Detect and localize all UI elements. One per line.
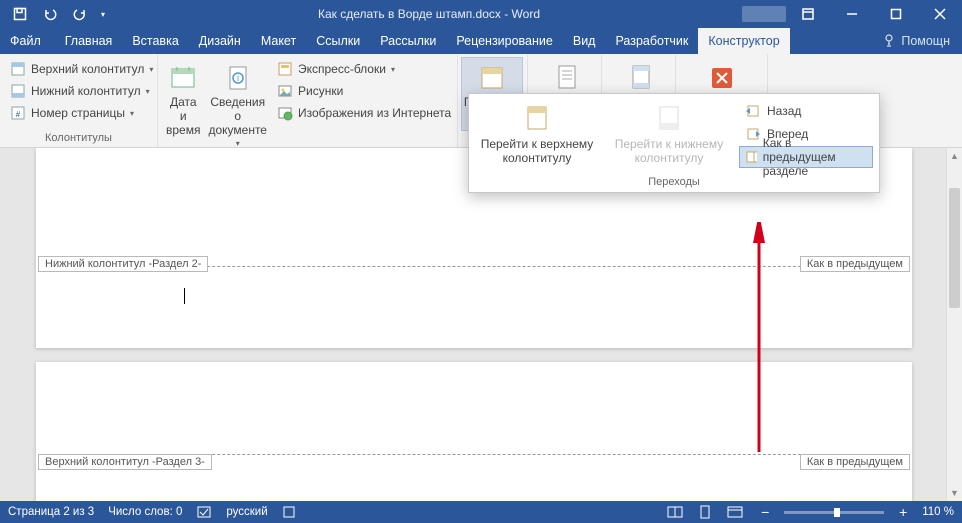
back-label: Назад — [767, 104, 801, 118]
tab-references[interactable]: Ссылки — [306, 28, 370, 54]
status-bar: Страница 2 из 3 Число слов: 0 русский − … — [0, 501, 962, 523]
go-to-footer-button: Перейти к нижнему колонтитулу — [605, 98, 733, 170]
pictures-label: Рисунки — [298, 84, 343, 98]
quick-parts-button[interactable]: Экспресс-блоки▾ — [273, 58, 455, 80]
header-label: Верхний колонтитул — [31, 62, 144, 76]
tab-file[interactable]: Файл — [0, 28, 55, 54]
ribbon-tabs: Файл Главная Вставка Дизайн Макет Ссылки… — [0, 28, 962, 54]
asprev-label: Как в предыдущем разделе — [763, 136, 866, 178]
read-mode-button[interactable] — [664, 503, 686, 521]
footer-section-tag: Нижний колонтитул -Раздел 2- — [38, 256, 208, 272]
macro-icon[interactable] — [282, 505, 296, 519]
doc-info-button[interactable]: i Сведения о документе▾ — [206, 58, 269, 149]
tab-home[interactable]: Главная — [55, 28, 123, 54]
help-label: Помощн — [901, 34, 950, 48]
zoom-out-button[interactable]: − — [754, 503, 776, 521]
minimize-button[interactable] — [830, 0, 874, 28]
qat-customize-button[interactable]: ▾ — [96, 2, 110, 26]
tab-developer[interactable]: Разработчик — [605, 28, 698, 54]
pictures-button[interactable]: Рисунки — [273, 80, 455, 102]
close-button[interactable] — [918, 0, 962, 28]
pagenum-label: Номер страницы — [31, 106, 125, 120]
svg-text:i: i — [237, 73, 239, 83]
web-layout-button[interactable] — [724, 503, 746, 521]
spellcheck-icon[interactable] — [196, 505, 212, 519]
document-area[interactable]: Нижний колонтитул -Раздел 2- Как в преды… — [0, 148, 962, 501]
svg-text:#: # — [16, 110, 21, 119]
maximize-button[interactable] — [874, 0, 918, 28]
scroll-down-button[interactable]: ▼ — [947, 485, 962, 501]
account-placeholder[interactable] — [742, 0, 786, 28]
datetime-label: Дата и время — [166, 96, 200, 137]
tab-constructor[interactable]: Конструктор — [698, 28, 789, 54]
ribbon-display-button[interactable] — [786, 0, 830, 28]
tell-me-help[interactable]: Помощн — [871, 34, 962, 48]
zoom-slider[interactable] — [784, 511, 884, 514]
zoom-thumb[interactable] — [834, 508, 840, 517]
scroll-up-button[interactable]: ▲ — [947, 148, 962, 164]
footer-label: Нижний колонтитул — [31, 84, 141, 98]
header-section-tag: Верхний колонтитул -Раздел 3- — [38, 454, 212, 470]
date-time-button[interactable]: Дата и время — [164, 58, 202, 137]
tab-design[interactable]: Дизайн — [189, 28, 251, 54]
zoom-in-button[interactable]: + — [892, 503, 914, 521]
go-header-label: Перейти к верхнему колонтитулу — [475, 138, 599, 166]
vertical-scrollbar[interactable]: ▲ ▼ — [946, 148, 962, 501]
tab-mailings[interactable]: Рассылки — [370, 28, 446, 54]
tab-view[interactable]: Вид — [563, 28, 606, 54]
group-headerfooter-label: Колонтитулы — [6, 130, 151, 147]
online-pictures-button[interactable]: Изображения из Интернета — [273, 102, 455, 124]
quickparts-label: Экспресс-блоки — [298, 62, 386, 76]
zoom-level[interactable]: 110 % — [922, 506, 954, 518]
same-as-prev-tag-2: Как в предыдущем — [800, 454, 910, 470]
save-button[interactable] — [6, 2, 34, 26]
header-button[interactable]: Верхний колонтитул▾ — [6, 58, 157, 80]
tab-layout[interactable]: Макет — [251, 28, 306, 54]
tab-review[interactable]: Рецензирование — [446, 28, 563, 54]
footer-button[interactable]: Нижний колонтитул▾ — [6, 80, 157, 102]
language-indicator[interactable]: русский — [226, 506, 267, 518]
go-to-header-button[interactable]: Перейти к верхнему колонтитулу — [473, 98, 601, 170]
go-footer-label: Перейти к нижнему колонтитулу — [607, 138, 731, 166]
undo-button[interactable] — [36, 2, 64, 26]
transitions-dropdown-panel: Перейти к верхнему колонтитулу Перейти к… — [468, 93, 880, 193]
page-indicator[interactable]: Страница 2 из 3 — [8, 506, 94, 518]
page-number-button[interactable]: #Номер страницы▾ — [6, 102, 157, 124]
onlinepics-label: Изображения из Интернета — [298, 106, 451, 120]
scroll-thumb[interactable] — [949, 188, 960, 308]
title-bar: ▾ Как сделать в Ворде штамп.docx - Word — [0, 0, 962, 28]
nav-back-button[interactable]: Назад — [739, 100, 873, 122]
link-to-previous-button[interactable]: Как в предыдущем разделе — [739, 146, 873, 168]
window-title: Как сделать в Ворде штамп.docx - Word — [116, 7, 742, 21]
redo-button[interactable] — [66, 2, 94, 26]
print-layout-button[interactable] — [694, 503, 716, 521]
same-as-prev-tag-1: Как в предыдущем — [800, 256, 910, 272]
text-cursor — [184, 288, 185, 304]
word-count[interactable]: Число слов: 0 — [108, 506, 182, 518]
tab-insert[interactable]: Вставка — [122, 28, 188, 54]
docinfo-label: Сведения о документе — [208, 96, 267, 137]
page-3[interactable]: Верхний колонтитул -Раздел 3- Как в пред… — [36, 362, 912, 501]
